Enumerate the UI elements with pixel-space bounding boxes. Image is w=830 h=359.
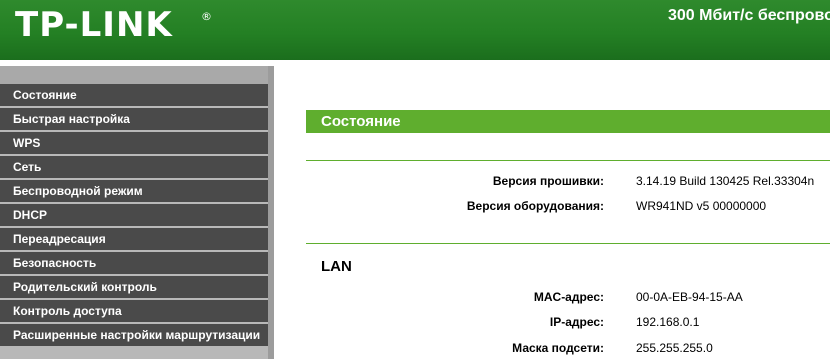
sidebar-item-access-control[interactable]: Контроль доступа (0, 300, 268, 324)
page-title: Состояние (321, 113, 401, 130)
tp-link-logo: TP-LINK (15, 5, 173, 45)
menu-top-strip (0, 66, 268, 84)
sidebar-item-wps[interactable]: WPS (0, 132, 268, 156)
ip-value: 192.168.0.1 (636, 315, 700, 329)
subnet-mask-label: Маска подсети: (512, 341, 604, 355)
firmware-value: 3.14.19 Build 130425 Rel.33304n (636, 174, 815, 188)
registered-mark: ® (201, 10, 212, 23)
sidebar-menu: Состояние Быстрая настройка WPS Сеть Бес… (0, 84, 268, 348)
mac-label: MAC-адрес: (533, 290, 604, 304)
main-content: Состояние Версия прошивки: 3.14.19 Build… (274, 66, 830, 359)
hardware-label: Версия оборудования: (466, 199, 604, 213)
lan-heading: LAN (321, 258, 352, 275)
sidebar-item-parental-control[interactable]: Родительский контроль (0, 276, 268, 300)
section-header-bar: Состояние (306, 110, 830, 133)
divider (306, 243, 830, 244)
sidebar-item-status[interactable]: Состояние (0, 84, 268, 108)
mac-value: 00-0A-EB-94-15-AA (636, 290, 743, 304)
sidebar-item-forwarding[interactable]: Переадресация (0, 228, 268, 252)
sidebar-item-network[interactable]: Сеть (0, 156, 268, 180)
sidebar: Состояние Быстрая настройка WPS Сеть Бес… (0, 66, 274, 359)
sidebar-item-dhcp[interactable]: DHCP (0, 204, 268, 228)
sidebar-item-security[interactable]: Безопасность (0, 252, 268, 276)
subnet-mask-value: 255.255.255.0 (636, 341, 713, 355)
product-title: 300 Мбит/с беспрово (668, 7, 830, 24)
header: TP-LINK ® 300 Мбит/с беспрово (0, 0, 830, 60)
sidebar-item-advanced-routing[interactable]: Расширенные настройки маршрутизации (0, 324, 268, 348)
firmware-label: Версия прошивки: (492, 174, 604, 188)
ip-label: IP-адрес: (549, 315, 604, 329)
divider (306, 160, 830, 161)
sidebar-item-quick-setup[interactable]: Быстрая настройка (0, 108, 268, 132)
sidebar-item-wireless[interactable]: Беспроводной режим (0, 180, 268, 204)
hardware-value: WR941ND v5 00000000 (636, 199, 767, 213)
